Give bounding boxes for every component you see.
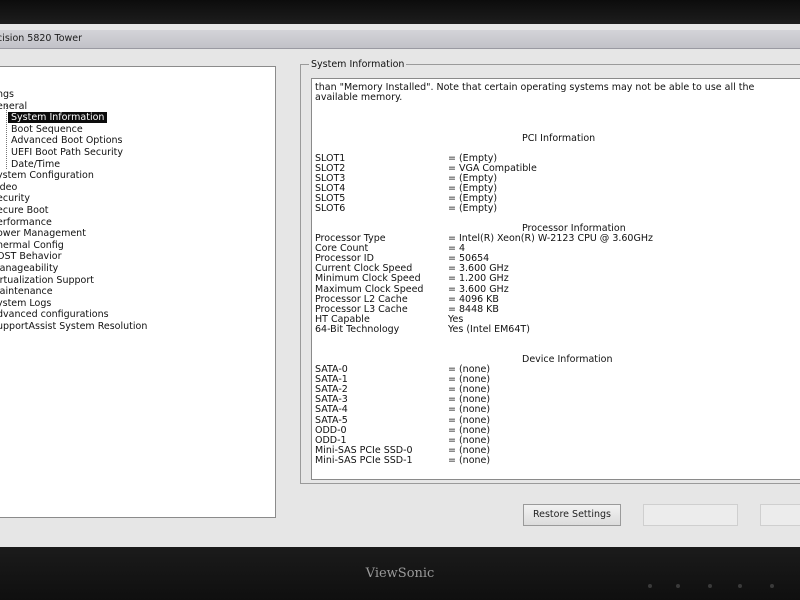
row-value: = (none) — [448, 404, 491, 416]
monitor-button-icon[interactable] — [676, 584, 680, 588]
tree-item-ost-behavior[interactable]: OST Behavior — [0, 251, 62, 262]
disabled-button-2 — [760, 504, 800, 526]
monitor-brand-logo: ViewSonic — [365, 566, 435, 581]
bios-screen: cision 5820 Tower ngseneralSystem Inform… — [0, 24, 800, 547]
row-value: = Intel(R) Xeon(R) W-2123 CPU @ 3.60GHz — [448, 233, 653, 244]
restore-settings-button[interactable]: Restore Settings — [523, 504, 621, 526]
device-row: Mini-SAS PCIe SSD-1 = (none) — [315, 454, 490, 466]
tree-item-dvanced-configurations[interactable]: dvanced configurations — [0, 309, 109, 320]
system-information-group: System Information than "Memory Installe… — [300, 59, 800, 484]
row-value: Yes (Intel EM64T) — [448, 323, 530, 335]
row-key: 64-Bit Technology — [315, 323, 400, 335]
monitor-bottom-bezel: ViewSonic — [0, 547, 800, 600]
row-key: Mini-SAS PCIe SSD-1 — [315, 454, 413, 466]
tree-item-ngs[interactable]: ngs — [0, 89, 14, 100]
row-value: = (Empty) — [448, 203, 498, 214]
monitor-button-icon[interactable] — [708, 584, 712, 588]
tree-item-date-time[interactable]: Date/Time — [11, 159, 60, 170]
tree-item-hermal-config[interactable]: hermal Config — [0, 240, 64, 251]
tree-item-eneral[interactable]: eneral — [0, 101, 27, 112]
monitor-button-icon[interactable] — [738, 584, 742, 588]
row-value: = 1.200 GHz — [448, 273, 509, 285]
monitor-top-bezel — [0, 0, 800, 24]
device-heading: Device Information — [522, 354, 613, 365]
window-titlebar: cision 5820 Tower — [0, 30, 800, 49]
tree-item-irtualization-support[interactable]: irtualization Support — [0, 275, 94, 286]
disabled-button — [643, 504, 738, 526]
settings-tree: ngseneralSystem InformationBoot Sequence… — [0, 66, 276, 518]
system-information-box[interactable]: than "Memory Installed". Note that certa… — [311, 78, 800, 480]
row-value: = (none) — [448, 454, 491, 466]
monitor-button-icon[interactable] — [648, 584, 652, 588]
tree-connector-line — [6, 105, 7, 169]
window-title: cision 5820 Tower — [0, 33, 83, 44]
memory-note: than "Memory Installed". Note that certa… — [315, 82, 755, 103]
tree-item-advanced-boot-options[interactable]: Advanced Boot Options — [11, 135, 123, 146]
tree-item-ideo[interactable]: ideo — [0, 182, 17, 193]
tree-item-erformance[interactable]: erformance — [0, 217, 52, 228]
pci-heading: PCI Information — [522, 133, 596, 144]
row-key: SLOT6 — [315, 203, 346, 214]
tree-item-upportassist-system-resolution[interactable]: upportAssist System Resolution — [0, 321, 147, 332]
tree-item-ower-management[interactable]: ower Management — [0, 228, 86, 239]
mouse-cursor-icon — [420, 311, 432, 323]
row-value: = (none) — [448, 414, 491, 426]
tree-item-ystem-configuration[interactable]: ystem Configuration — [0, 170, 94, 181]
tree-item-ystem-logs[interactable]: ystem Logs — [0, 298, 51, 309]
tree-item-boot-sequence[interactable]: Boot Sequence — [11, 124, 83, 135]
monitor-power-button-icon[interactable] — [770, 584, 774, 588]
processor-row: 64-Bit Technology Yes (Intel EM64T) — [315, 323, 530, 335]
tree-item-ecurity[interactable]: ecurity — [0, 193, 30, 204]
row-value: = 3.600 GHz — [448, 283, 509, 295]
tree-item-laintenance[interactable]: laintenance — [0, 286, 53, 297]
pci-row: SLOT6 = (Empty) — [315, 203, 497, 214]
tree-item-system-information[interactable]: System Information — [8, 112, 108, 124]
tree-item-uefi-boot-path-security[interactable]: UEFI Boot Path Security — [11, 147, 123, 158]
group-title: System Information — [309, 59, 407, 70]
tree-item-lanageability[interactable]: lanageability — [0, 263, 58, 274]
tree-item-ecure-boot[interactable]: ecure Boot — [0, 205, 49, 216]
